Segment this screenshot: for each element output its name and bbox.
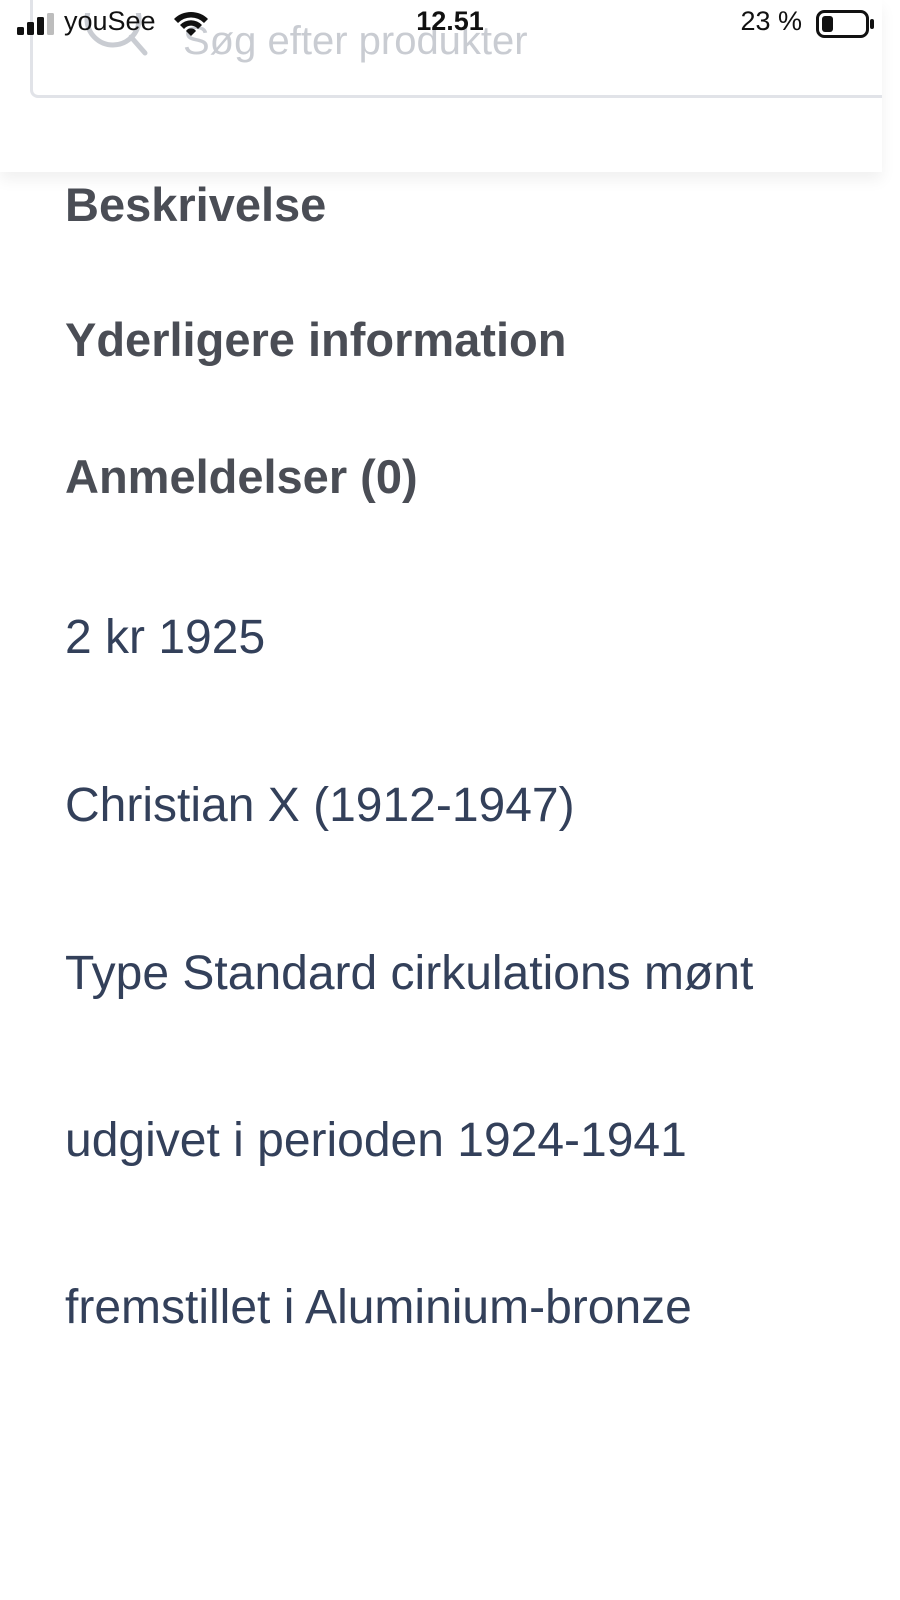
tab-beskrivelse[interactable]: Beskrivelse bbox=[65, 177, 326, 232]
description-line: Type Standard cirkulations mønt bbox=[65, 947, 754, 1000]
description-line: 2 kr 1925 bbox=[65, 611, 266, 664]
status-bar: youSee 12.51 23 % bbox=[0, 0, 900, 48]
description-line: fremstillet i Aluminium-bronze bbox=[65, 1281, 692, 1334]
tab-yderligere-information[interactable]: Yderligere information bbox=[65, 312, 566, 367]
battery-percent: 23 % bbox=[740, 6, 802, 36]
tab-anmeldelser[interactable]: Anmeldelser (0) bbox=[65, 449, 418, 504]
description-line: udgivet i perioden 1924-1941 bbox=[65, 1114, 687, 1167]
description-line: Christian X (1912-1947) bbox=[65, 779, 575, 832]
battery-icon bbox=[816, 10, 874, 38]
